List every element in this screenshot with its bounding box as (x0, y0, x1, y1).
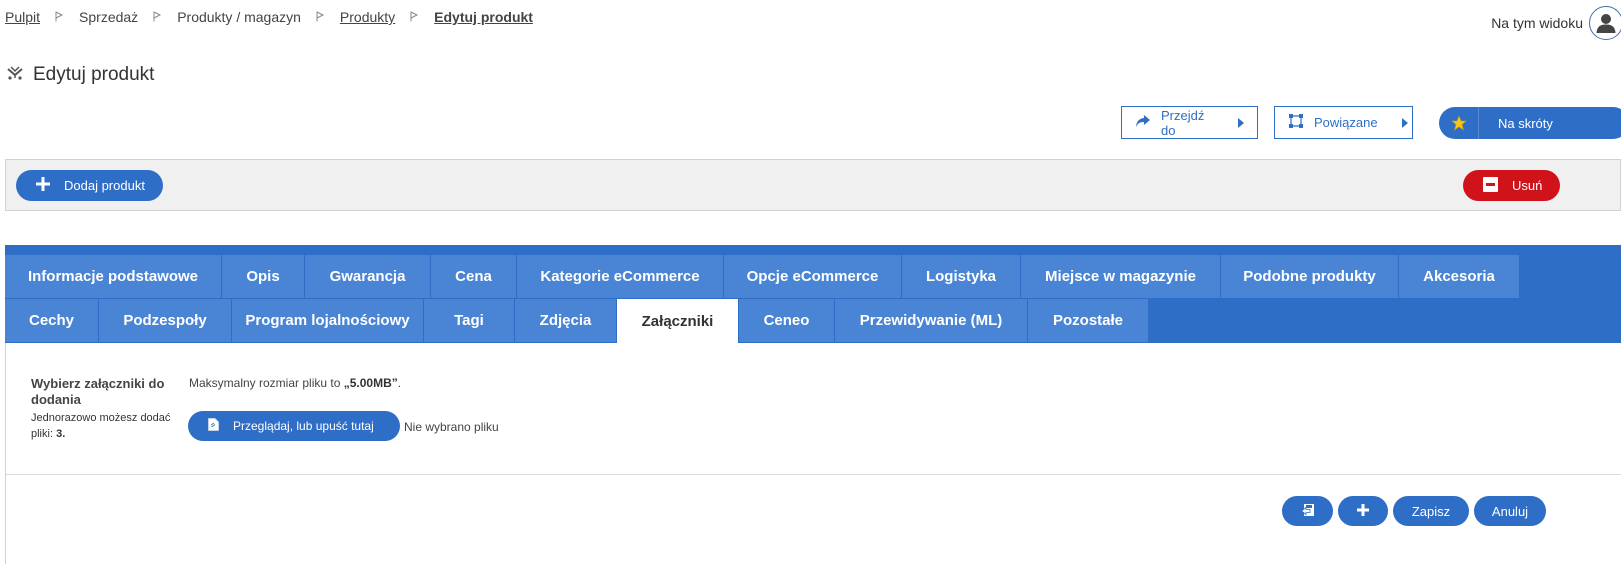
attachments-field-label: Wybierz załączniki do dodania Jednorazow… (31, 376, 171, 442)
breadcrumb: Pulpit Sprzedaż Produkty / magazyn Produ… (5, 9, 533, 25)
tab-ceneo[interactable]: Ceneo (739, 299, 835, 343)
file-icon (208, 418, 219, 434)
max-size-text: Maksymalny rozmiar pliku to „5.00MB”. (189, 376, 401, 390)
view-user-area: Na tym widoku (1491, 6, 1621, 40)
delete-label: Usuń (1512, 178, 1543, 193)
caret-right-icon (1401, 117, 1408, 128)
related-button-label: Powiązane (1314, 115, 1378, 130)
goto-button-label: Przejdź do (1161, 107, 1205, 138)
breadcrumb-item-produkty-magazyn[interactable]: Produkty / magazyn (177, 9, 301, 25)
browse-files-label: Przeglądaj, lub upuść tutaj (233, 419, 374, 433)
divider (6, 474, 1621, 475)
breadcrumb-separator-icon (55, 11, 64, 22)
save-and-add-button[interactable] (1338, 496, 1388, 526)
max-size-suffix: . (397, 376, 402, 390)
page-title: Edytuj produkt (33, 63, 155, 85)
tab-akcesoria[interactable]: Akcesoria (1399, 255, 1520, 299)
plus-icon (36, 177, 50, 194)
view-label: Na tym widoku (1491, 15, 1583, 31)
cancel-button[interactable]: Anuluj (1474, 496, 1546, 526)
attachments-limit-text: Jednorazowo możesz dodać pliki: 3. (31, 410, 171, 442)
shortcuts-button[interactable]: Na skróty (1439, 107, 1621, 139)
attachments-limit-prefix: Jednorazowo możesz dodać pliki: (31, 412, 171, 440)
breadcrumb-item-current[interactable]: Edytuj produkt (434, 9, 533, 25)
related-nodes-icon (1288, 113, 1304, 132)
tab-miejsce-w-magazynie[interactable]: Miejsce w magazynie (1021, 255, 1221, 299)
breadcrumb-separator-icon (410, 11, 419, 22)
tab-row-1: Informacje podstawowe Opis Gwarancja Cen… (5, 255, 1520, 299)
breadcrumb-item-pulpit[interactable]: Pulpit (5, 9, 40, 25)
browse-files-button[interactable]: Przeglądaj, lub upuść tutaj (188, 411, 400, 441)
tab-zdjecia[interactable]: Zdjęcia (515, 299, 617, 343)
shortcuts-button-label: Na skróty (1498, 115, 1553, 131)
breadcrumb-separator-icon (153, 11, 162, 22)
tab-logistyka[interactable]: Logistyka (902, 255, 1021, 299)
add-product-label: Dodaj produkt (64, 178, 145, 193)
tab-gwarancja[interactable]: Gwarancja (305, 255, 431, 299)
minus-icon (1483, 176, 1498, 195)
tab-kategorie-ecommerce[interactable]: Kategorie eCommerce (517, 255, 724, 299)
tab-podzespoly[interactable]: Podzespoły (99, 299, 232, 343)
product-edit-icon (5, 62, 25, 87)
tab-opcje-ecommerce[interactable]: Opcje eCommerce (724, 255, 902, 299)
tab-program-lojalnosciowy[interactable]: Program lojalnościowy (232, 299, 424, 343)
attachments-label: Wybierz załączniki do dodania (31, 376, 165, 407)
related-button[interactable]: Powiązane (1274, 106, 1413, 139)
action-bar: Dodaj produkt Usuń (5, 159, 1621, 211)
no-file-text: Nie wybrano pliku (404, 420, 499, 434)
tab-przewidywanie-ml[interactable]: Przewidywanie (ML) (835, 299, 1028, 343)
tab-cena[interactable]: Cena (431, 255, 517, 299)
tab-row-2: Cechy Podzespoły Program lojalnościowy T… (5, 299, 1149, 343)
user-avatar-icon[interactable] (1589, 6, 1621, 40)
tab-informacje-podstawowe[interactable]: Informacje podstawowe (5, 255, 222, 299)
breadcrumb-item-produkty[interactable]: Produkty (340, 9, 395, 25)
plus-icon (1357, 503, 1369, 519)
save-return-icon (1300, 503, 1315, 520)
breadcrumb-separator-icon (316, 11, 325, 22)
tab-pozostale[interactable]: Pozostałe (1028, 299, 1149, 343)
max-size-value: „5.00MB” (343, 376, 398, 390)
caret-right-icon (1238, 117, 1244, 128)
delete-button[interactable]: Usuń (1463, 170, 1560, 201)
save-button[interactable]: Zapisz (1393, 496, 1469, 526)
save-and-return-button[interactable] (1282, 496, 1333, 526)
share-arrow-icon (1135, 114, 1151, 131)
add-product-button[interactable]: Dodaj produkt (16, 170, 163, 201)
tab-opis[interactable]: Opis (222, 255, 305, 299)
tabs-panel: Informacje podstawowe Opis Gwarancja Cen… (5, 245, 1621, 343)
star-icon (1439, 107, 1479, 139)
attachments-limit-count: 3. (56, 428, 66, 440)
page-title-area: Edytuj produkt (5, 62, 154, 87)
tab-cechy[interactable]: Cechy (5, 299, 99, 343)
max-size-prefix: Maksymalny rozmiar pliku to (189, 376, 341, 390)
goto-button[interactable]: Przejdź do (1121, 106, 1258, 139)
tab-zalaczniki[interactable]: Załączniki (617, 299, 739, 343)
attachments-panel: Wybierz załączniki do dodania Jednorazow… (5, 343, 1621, 564)
tab-tagi[interactable]: Tagi (424, 299, 515, 343)
tab-podobne-produkty[interactable]: Podobne produkty (1221, 255, 1399, 299)
breadcrumb-item-sprzedaz[interactable]: Sprzedaż (79, 9, 138, 25)
